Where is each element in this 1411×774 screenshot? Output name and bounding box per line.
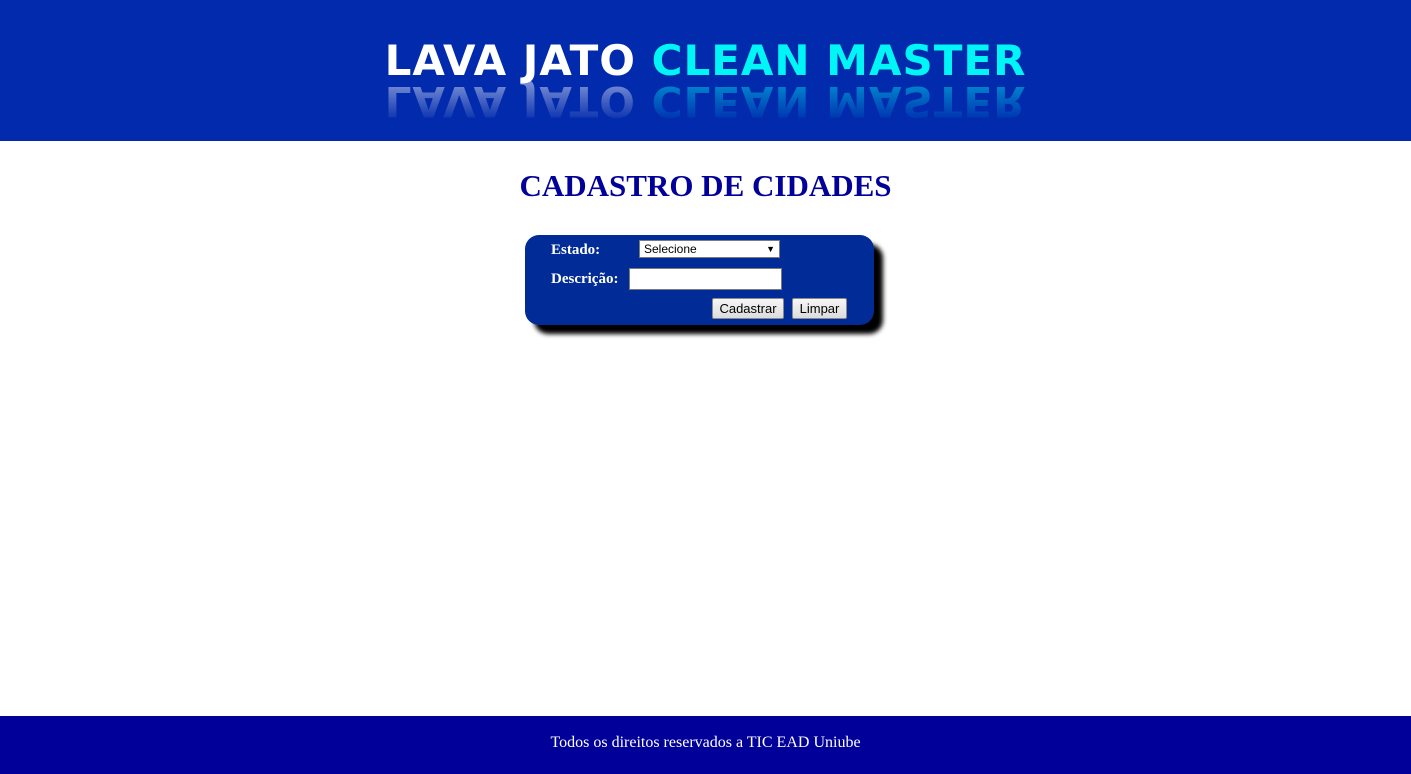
cadastrar-button[interactable]: Cadastrar xyxy=(712,298,784,319)
site-footer: Todos os direitos reservados a TIC EAD U… xyxy=(0,716,1411,774)
logo-reflection-clean-master: CLEAN MASTER xyxy=(651,77,1027,126)
page-title: CADASTRO DE CIDADES xyxy=(519,168,892,203)
estado-select-value: Selecione xyxy=(644,242,697,256)
limpar-button[interactable]: Limpar xyxy=(792,298,847,319)
site-header: LAVA JATO CLEAN MASTER LAVA JATO CLEAN M… xyxy=(0,0,1411,141)
logo-reflection-lava-jato: LAVA JATO xyxy=(384,77,636,126)
estado-select[interactable]: Selecione ▼ xyxy=(639,240,780,258)
estado-label: Estado: xyxy=(551,242,601,258)
footer-copyright: Todos os direitos reservados a TIC EAD U… xyxy=(550,734,861,751)
descricao-label: Descrição: xyxy=(551,271,619,287)
city-form: Estado: Selecione ▼ Descrição: Cadastrar… xyxy=(525,235,874,325)
dropdown-arrow-icon: ▼ xyxy=(766,244,775,254)
descricao-input[interactable] xyxy=(629,268,782,290)
logo-reflection: LAVA JATO CLEAN MASTER xyxy=(0,76,1411,126)
